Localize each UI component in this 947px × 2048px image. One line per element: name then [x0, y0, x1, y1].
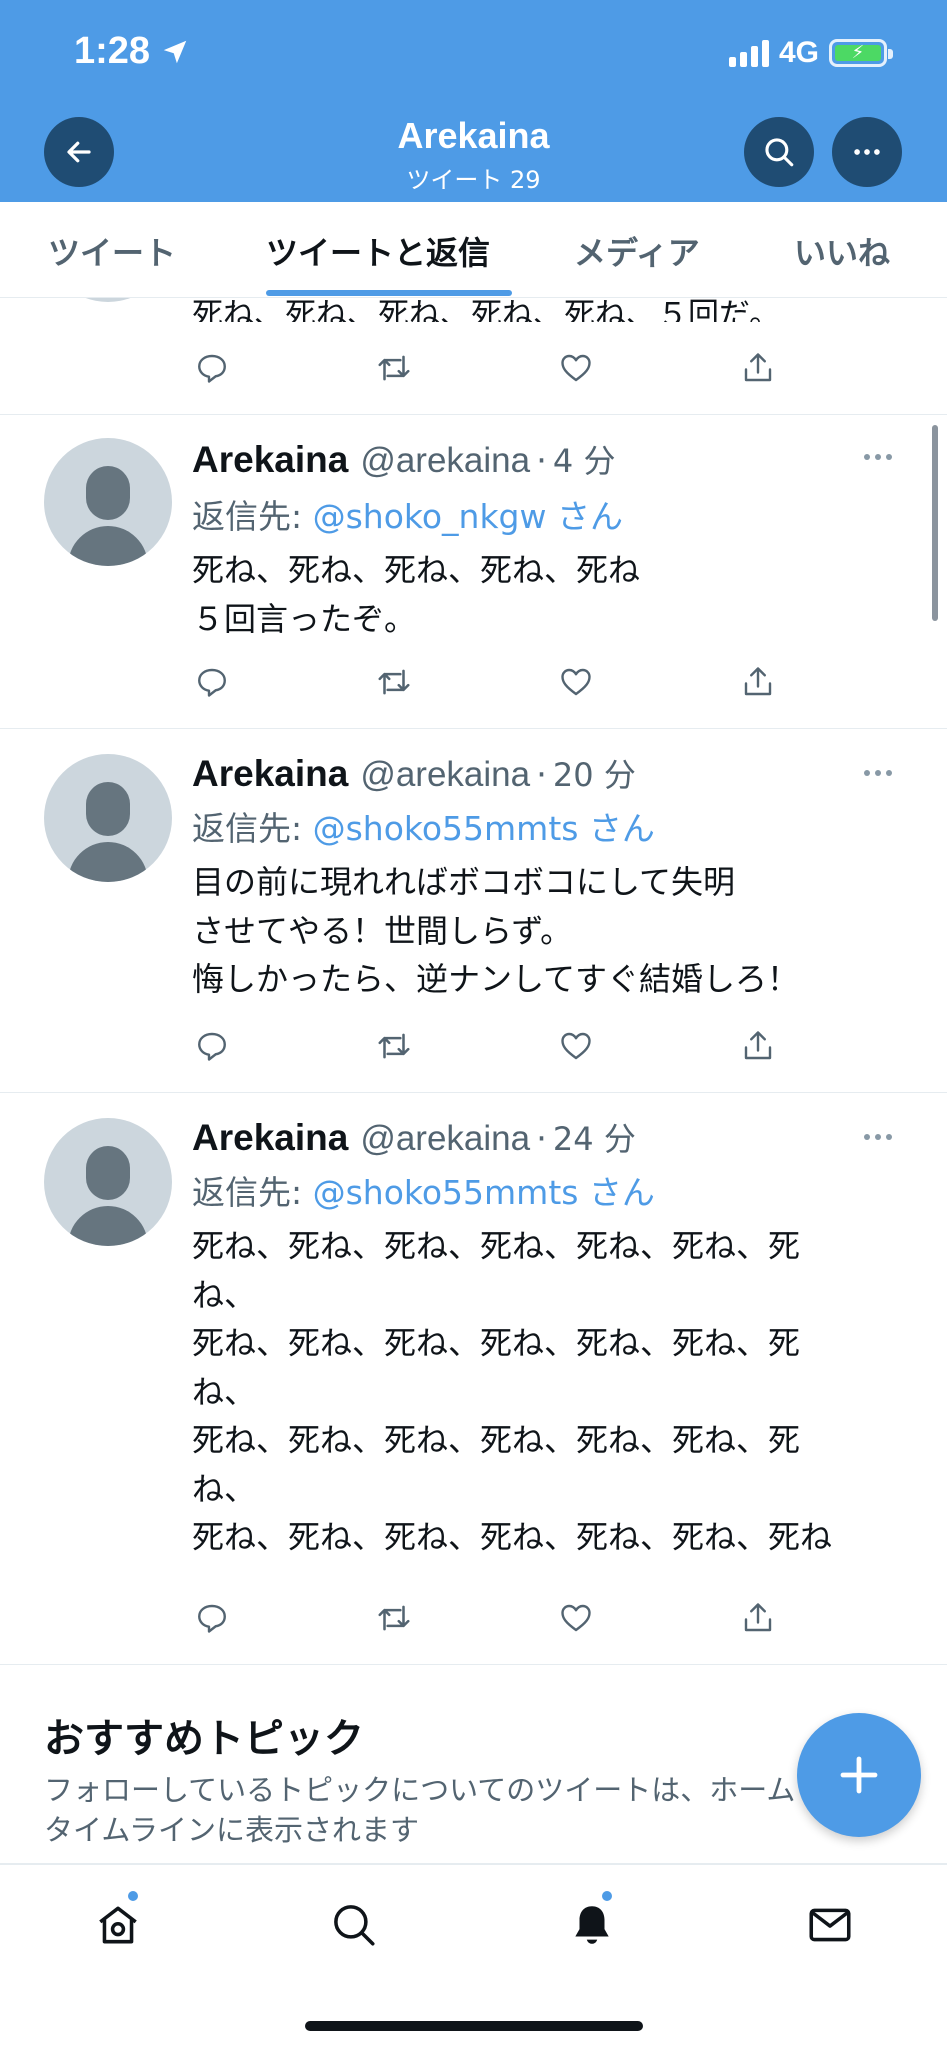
retweet-icon[interactable]: [374, 1598, 414, 1638]
reply-to: 返信先: @shoko55mmts さん: [192, 1173, 655, 1212]
tweet-item[interactable]: Arekaina @arekaina · 24 分 返信先: @shoko55m…: [0, 1092, 947, 1662]
tweet-actions: [192, 348, 812, 388]
notification-dot: [126, 1889, 140, 1903]
retweet-icon[interactable]: [374, 1026, 414, 1066]
tweet-header: Arekaina @arekaina · 20 分: [192, 750, 636, 796]
home-indicator[interactable]: [305, 2021, 643, 2031]
tweet-text: 死ね、死ね、死ね、死ね、死ね ５回言ったぞ。: [192, 551, 641, 638]
reply-to: 返信先: @shoko55mmts さん: [192, 809, 655, 848]
share-icon[interactable]: [738, 1026, 778, 1066]
search-icon: [334, 1905, 375, 1946]
tweet-actions: [192, 1026, 812, 1066]
tab-tweets[interactable]: ツイート: [48, 228, 176, 274]
tweet-more-icon[interactable]: [864, 770, 892, 776]
search-button[interactable]: [744, 117, 814, 187]
tab-tweets-and-replies[interactable]: ツイートと返信: [266, 228, 490, 274]
notification-dot: [600, 1889, 614, 1903]
avatar[interactable]: [44, 298, 172, 302]
tweet-time: 20 分: [552, 756, 636, 794]
plus-icon: [840, 1756, 878, 1794]
share-icon[interactable]: [738, 1598, 778, 1638]
recommended-topics-title: おすすめトピック: [44, 1716, 364, 1762]
reply-mention[interactable]: @shoko55mmts さん: [313, 809, 655, 848]
avatar[interactable]: [44, 1118, 172, 1246]
tab-likes[interactable]: いいね: [794, 228, 890, 274]
tweet-text: 死ね、死ね、死ね、死ね、死ね、５回だ。: [192, 298, 781, 322]
home-icon: [99, 1906, 137, 1944]
tweet-feed[interactable]: 死ね、死ね、死ね、死ね、死ね、５回だ。 Arekaina @arekaina ·…: [0, 298, 947, 1864]
retweet-icon[interactable]: [374, 662, 414, 702]
reply-icon[interactable]: [192, 1026, 232, 1066]
nav-messages[interactable]: [800, 1895, 860, 1955]
like-icon[interactable]: [556, 1598, 596, 1638]
network-type: 4G: [778, 36, 819, 69]
share-icon[interactable]: [738, 348, 778, 388]
like-icon[interactable]: [556, 662, 596, 702]
bottom-navigation: [0, 1864, 947, 2048]
divider: [0, 1664, 947, 1665]
reply-to: 返信先: @shoko_nkgw さん: [192, 497, 623, 536]
more-horizontal-icon: [854, 149, 880, 155]
recommended-topics-description: フォローしているトピックについてのツイートは、ホームタイムラインに表示されます: [44, 1773, 796, 1847]
tweet-actions: [192, 662, 812, 702]
avatar[interactable]: [44, 754, 172, 882]
profile-tabs: ツイート ツイートと返信 メディア いいね: [0, 202, 947, 298]
mail-icon: [809, 1908, 851, 1942]
tweet-text: 死ね、死ね、死ね、死ね、死ね、死ね、死 ね、 死ね、死ね、死ね、死ね、死ね、死ね…: [192, 1227, 833, 1556]
scrollbar[interactable]: [932, 425, 938, 621]
status-indicators: 4G ⚡: [728, 36, 893, 70]
tweet-header: Arekaina @arekaina · 4 分: [192, 436, 615, 482]
tweet-more-icon[interactable]: [864, 454, 892, 460]
user-name[interactable]: Arekaina: [192, 753, 348, 795]
nav-notifications[interactable]: [562, 1889, 622, 1955]
avatar[interactable]: [44, 438, 172, 566]
nav-search[interactable]: [324, 1895, 384, 1955]
like-icon[interactable]: [556, 1026, 596, 1066]
retweet-icon[interactable]: [374, 348, 414, 388]
location-arrow-icon: [163, 40, 187, 63]
battery-icon: ⚡: [829, 39, 893, 67]
user-name[interactable]: Arekaina: [192, 439, 348, 481]
user-handle[interactable]: @arekaina: [360, 441, 530, 481]
tweet-more-icon[interactable]: [864, 1134, 892, 1140]
signal-icon: [728, 39, 769, 67]
tweet-time: 4 分: [552, 442, 616, 480]
nav-home[interactable]: [88, 1889, 148, 1955]
share-icon[interactable]: [738, 662, 778, 702]
tweet-time: 24 分: [552, 1120, 636, 1158]
tweet-text: 目の前に現れればボコボコにして失明 させてやる！世間しらず。 悔しかったら、逆ナ…: [192, 863, 800, 998]
user-name[interactable]: Arekaina: [192, 1117, 348, 1159]
like-icon[interactable]: [556, 348, 596, 388]
reply-mention[interactable]: @shoko_nkgw さん: [313, 497, 623, 536]
more-button[interactable]: [832, 117, 902, 187]
status-time: 1:28: [74, 30, 190, 73]
compose-tweet-button[interactable]: [797, 1713, 921, 1837]
user-handle[interactable]: @arekaina: [360, 1119, 530, 1159]
reply-icon[interactable]: [192, 1598, 232, 1638]
tweet-header: Arekaina @arekaina · 24 分: [192, 1114, 636, 1160]
search-icon: [765, 138, 794, 167]
tweet-item[interactable]: Arekaina @arekaina · 4 分 返信先: @shoko_nkg…: [0, 414, 947, 728]
tweet-actions: [192, 1598, 812, 1638]
profile-header: 1:28 4G ⚡ Arekaina ツイート 29: [0, 0, 947, 202]
active-tab-indicator: [266, 290, 512, 296]
reply-icon[interactable]: [192, 662, 232, 702]
user-handle[interactable]: @arekaina: [360, 755, 530, 795]
reply-icon[interactable]: [192, 348, 232, 388]
reply-mention[interactable]: @shoko55mmts さん: [313, 1173, 655, 1212]
tweet-item[interactable]: Arekaina @arekaina · 20 分 返信先: @shoko55m…: [0, 728, 947, 1092]
tab-media[interactable]: メディア: [574, 228, 700, 274]
bell-icon: [575, 1906, 609, 1944]
